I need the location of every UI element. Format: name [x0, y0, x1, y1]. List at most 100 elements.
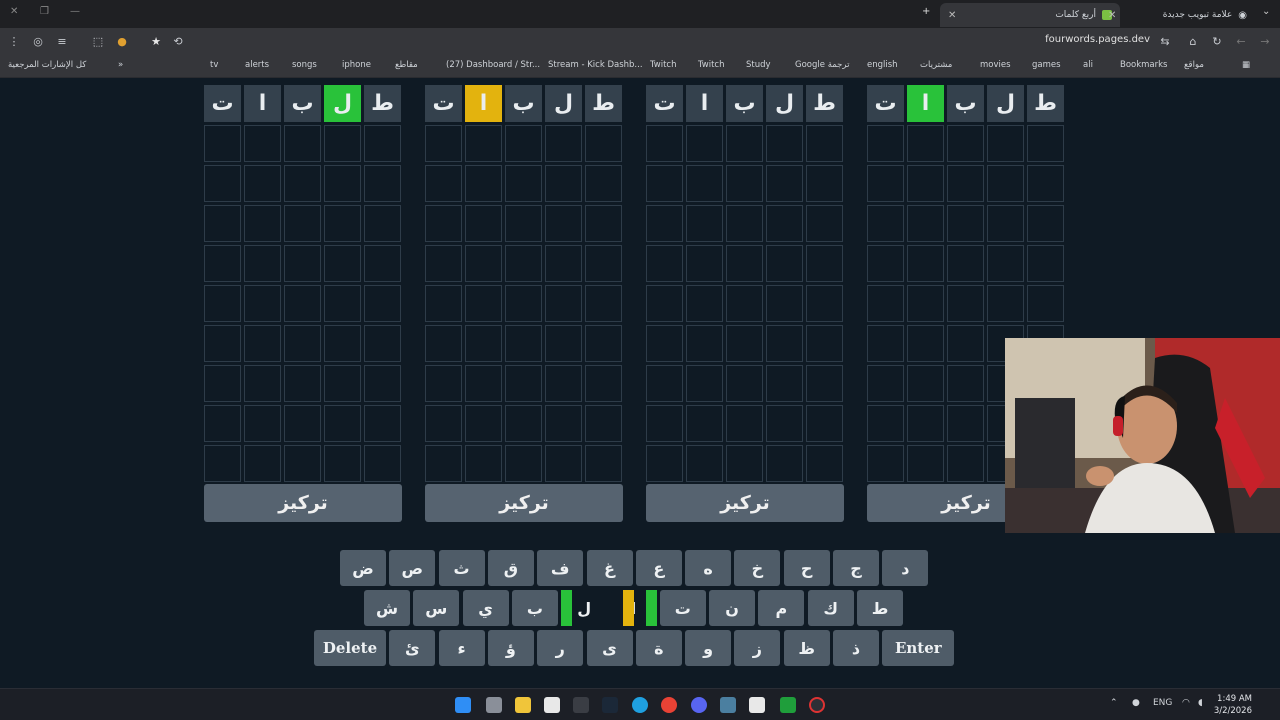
tab-search-icon[interactable]: ⌄ [1262, 6, 1270, 17]
key-letter[interactable]: ة [635, 630, 682, 666]
home-icon[interactable]: ⌂ [1185, 34, 1201, 50]
bookmark-sites[interactable]: مواقع [1184, 60, 1204, 70]
bookmark-ali[interactable]: ali [1083, 60, 1093, 70]
chrome-icon[interactable] [661, 697, 677, 713]
key-letter[interactable]: ح [783, 550, 830, 586]
key-letter[interactable]: ش [364, 590, 410, 626]
close-window-icon[interactable]: ✕ [10, 6, 18, 17]
key-letter[interactable]: غ [586, 550, 633, 586]
key-letter[interactable]: ر [537, 630, 584, 666]
screenshot-icon[interactable]: ⟲ [170, 34, 186, 50]
tab-fourwords[interactable]: ✕ أربع كلمات [940, 3, 1120, 27]
bookmark-movies[interactable]: movies [980, 60, 1011, 70]
key-letter[interactable]: ء [438, 630, 485, 666]
bookmark-alerts[interactable]: alerts [245, 60, 269, 70]
key-letter[interactable]: ص [389, 550, 436, 586]
bookmark-clips[interactable]: مقاطع [395, 60, 418, 70]
system-clock[interactable]: 1:49 AM 3/2/2026 [1214, 693, 1252, 717]
key-letter[interactable]: س [413, 590, 460, 626]
key-letter[interactable]: ض [340, 550, 386, 586]
apps-grid-icon[interactable]: ▦ [1242, 60, 1250, 70]
focus-button-1[interactable]: تركيز [204, 484, 402, 522]
discord-icon[interactable] [691, 697, 707, 713]
language-indicator[interactable]: ENG [1153, 698, 1172, 708]
back-icon[interactable]: → [1257, 34, 1273, 50]
bookmark-twitch-1[interactable]: Twitch [650, 60, 677, 70]
bookmark-study[interactable]: Study [746, 60, 771, 70]
key-letter[interactable]: خ [734, 550, 781, 586]
key-letter[interactable]: ث [438, 550, 485, 586]
focus-button-3[interactable]: تركيز [646, 484, 844, 522]
key-letter[interactable]: و [685, 630, 732, 666]
forward-icon[interactable]: ← [1233, 34, 1249, 50]
bookmark-tv[interactable]: tv [210, 60, 218, 70]
key-letter[interactable]: ا [610, 590, 657, 626]
extensions-icon[interactable]: ⬚ [90, 34, 106, 50]
key-delete[interactable]: Delete [314, 630, 386, 666]
key-letter[interactable]: ج [833, 550, 879, 586]
key-letter[interactable]: ل [561, 590, 608, 626]
microphone-icon[interactable]: ● [1132, 698, 1140, 708]
task-view-icon[interactable] [486, 697, 502, 713]
profile-icon[interactable]: ◎ [30, 34, 46, 50]
key-letter[interactable]: ئ [389, 630, 436, 666]
new-tab-icon[interactable]: + [922, 6, 930, 17]
bookmark-folder[interactable]: Bookmarks [1120, 60, 1168, 70]
file-explorer-icon[interactable] [515, 697, 531, 713]
bookmark-english[interactable]: english [867, 60, 898, 70]
key-letter[interactable]: ز [734, 630, 781, 666]
focus-button-2[interactable]: تركيز [425, 484, 623, 522]
key-letter[interactable]: ت [659, 590, 706, 626]
app-icon[interactable] [573, 697, 589, 713]
tray-overflow-icon[interactable]: ⌃ [1110, 698, 1118, 708]
key-letter[interactable]: ك [807, 590, 854, 626]
key-letter[interactable]: ن [709, 590, 756, 626]
store-icon[interactable] [544, 697, 560, 713]
bookmark-kick[interactable]: Stream - Kick Dashb... [548, 60, 643, 70]
app-icon[interactable] [749, 697, 765, 713]
minimize-icon[interactable]: — [70, 6, 80, 17]
edge-icon[interactable] [632, 697, 648, 713]
start-icon[interactable] [455, 697, 471, 713]
tab-new-tab[interactable]: ✕ علامة تبويب جديدة ◉ [1100, 3, 1255, 27]
key-letter[interactable]: ف [537, 550, 584, 586]
volume-icon[interactable]: ◖ [1198, 698, 1203, 708]
media-icon[interactable]: ≡ [54, 34, 70, 50]
xbox-icon[interactable] [780, 697, 796, 713]
bookmark-games[interactable]: games [1032, 60, 1061, 70]
reload-icon[interactable]: ↻ [1209, 34, 1225, 50]
close-tab-icon[interactable]: ✕ [1108, 10, 1116, 21]
address-bar[interactable]: fourwords.pages.dev [1045, 34, 1150, 45]
bookmark-iphone[interactable]: iphone [342, 60, 371, 70]
key-letter[interactable]: ب [511, 590, 558, 626]
bookmark-songs[interactable]: songs [292, 60, 317, 70]
key-letter[interactable]: ط [857, 590, 903, 626]
obs-icon[interactable] [809, 697, 825, 713]
bookmark-translate[interactable]: Google ترجمة [795, 60, 849, 70]
key-letter[interactable]: ي [462, 590, 509, 626]
app-icon[interactable] [720, 697, 736, 713]
site-settings-icon[interactable]: ⇆ [1157, 34, 1173, 50]
key-letter[interactable]: ى [586, 630, 633, 666]
bookmark-purchases[interactable]: مشتريات [920, 60, 952, 70]
key-letter[interactable]: ذ [833, 630, 879, 666]
key-letter[interactable]: م [758, 590, 805, 626]
bookmark-twitch-2[interactable]: Twitch [698, 60, 725, 70]
chevron-icon[interactable]: » [118, 60, 123, 70]
key-letter[interactable]: ؤ [487, 630, 534, 666]
bookmark-dashboard[interactable]: (27) Dashboard / Str... [446, 60, 540, 70]
key-letter[interactable]: ع [635, 550, 682, 586]
key-letter[interactable]: ه [685, 550, 732, 586]
menu-icon[interactable]: ⋮ [6, 34, 22, 50]
bookmark-star-icon[interactable]: ★ [148, 34, 164, 50]
steam-icon[interactable] [602, 697, 618, 713]
key-letter[interactable]: ظ [783, 630, 830, 666]
key-letter[interactable]: د [882, 550, 929, 586]
bookmark-all[interactable]: كل الإشارات المرجعية [8, 60, 86, 70]
key-letter[interactable]: ق [487, 550, 534, 586]
wifi-icon[interactable]: ◠ [1182, 698, 1190, 708]
key-enter[interactable]: Enter [882, 630, 955, 666]
maximize-icon[interactable]: ❐ [40, 6, 49, 17]
extension-icon[interactable]: ● [114, 34, 130, 50]
close-tab-icon[interactable]: ✕ [948, 10, 956, 21]
